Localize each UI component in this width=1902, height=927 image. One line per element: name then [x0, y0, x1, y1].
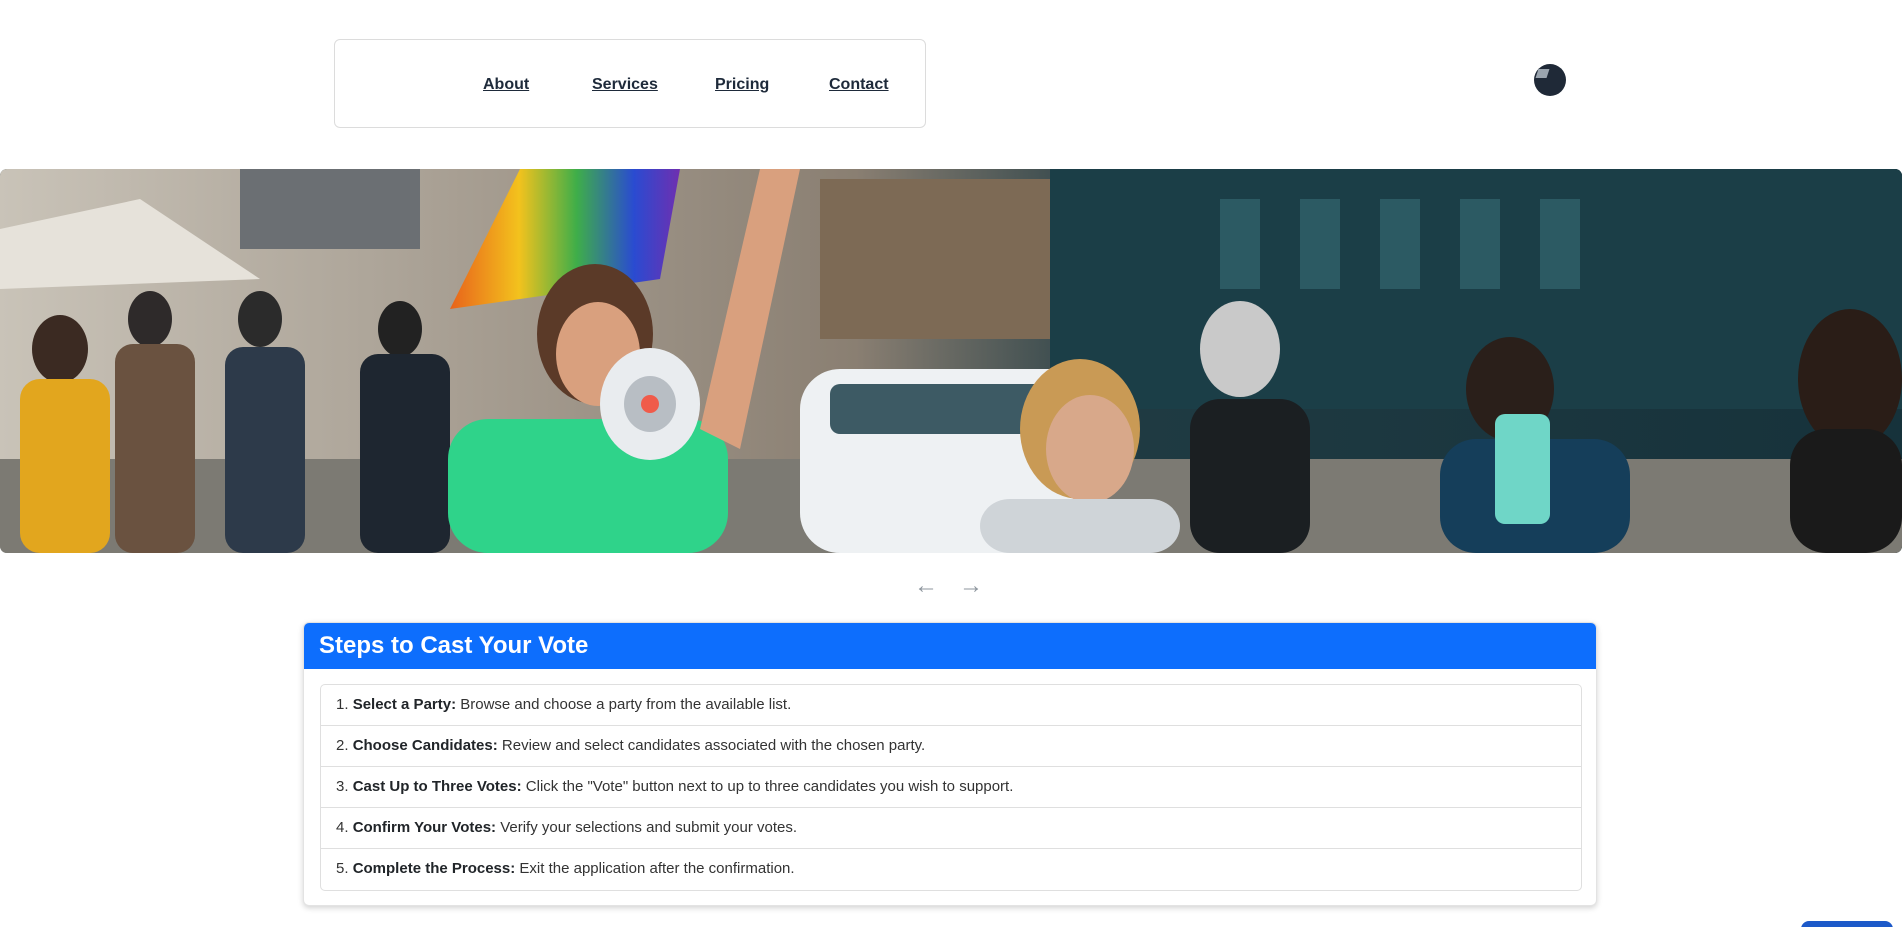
arrow-left-icon: ← — [914, 572, 938, 599]
step-number: 3. — [336, 778, 349, 795]
nav-link-services[interactable]: Services — [592, 76, 658, 94]
step-text: Verify your selections and submit your v… — [500, 819, 798, 836]
step-number: 1. — [336, 696, 349, 713]
arrow-right-icon: → — [959, 572, 983, 599]
floating-action-button[interactable] — [1801, 921, 1893, 927]
step-label: Choose Candidates: — [352, 737, 498, 754]
list-item: 3. Cast Up to Three Votes: Click the "Vo… — [321, 767, 1581, 808]
step-label: Confirm Your Votes: — [352, 819, 497, 836]
step-number: 5. — [336, 860, 349, 877]
carousel-prev-button[interactable]: ← — [914, 572, 938, 600]
step-label: Cast Up to Three Votes: — [352, 778, 522, 795]
step-number: 2. — [336, 737, 349, 754]
step-text: Click the "Vote" button next to up to th… — [525, 778, 1014, 795]
step-text: Browse and choose a party from the avail… — [460, 696, 792, 713]
step-label: Complete the Process: — [352, 860, 516, 877]
voting-steps-card: Steps to Cast Your Vote 1. Select a Part… — [303, 622, 1597, 906]
list-item: 1. Select a Party: Browse and choose a p… — [321, 685, 1581, 726]
hero-banner-image — [0, 169, 1902, 553]
carousel-next-button[interactable]: → — [959, 572, 983, 600]
user-avatar[interactable] — [1534, 64, 1566, 96]
card-title: Steps to Cast Your Vote — [304, 623, 1596, 669]
list-item: 2. Choose Candidates: Review and select … — [321, 726, 1581, 767]
nav-link-contact[interactable]: Contact — [829, 76, 889, 94]
nav-link-about[interactable]: About — [483, 76, 529, 94]
step-text: Review and select candidates associated … — [501, 737, 926, 754]
top-navigation: About Services Pricing Contact — [334, 39, 926, 128]
list-item: 4. Confirm Your Votes: Verify your selec… — [321, 808, 1581, 849]
nav-link-pricing[interactable]: Pricing — [715, 76, 769, 94]
steps-list: 1. Select a Party: Browse and choose a p… — [320, 684, 1582, 891]
list-item: 5. Complete the Process: Exit the applic… — [321, 849, 1581, 890]
step-text: Exit the application after the confirmat… — [519, 860, 795, 877]
step-label: Select a Party: — [352, 696, 457, 713]
step-number: 4. — [336, 819, 349, 836]
